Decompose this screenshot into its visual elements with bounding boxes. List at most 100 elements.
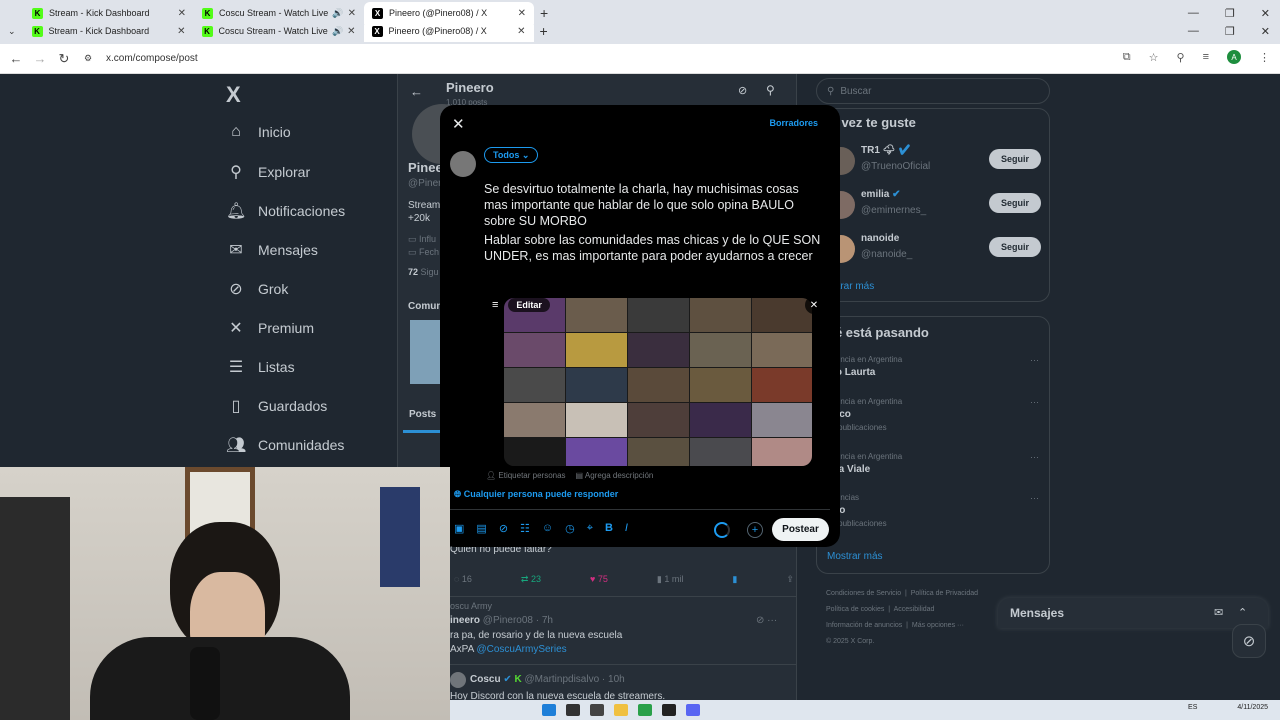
new-tab-icon[interactable]: + xyxy=(540,5,548,21)
close-window-icon[interactable]: ✕ xyxy=(1261,7,1270,20)
collage-tile xyxy=(752,298,812,332)
x-favicon-icon: X xyxy=(372,7,383,19)
collage-tile xyxy=(566,403,627,437)
task-view-icon[interactable] xyxy=(590,704,604,716)
computer-tower xyxy=(0,497,70,720)
back-icon[interactable]: ← xyxy=(4,51,28,66)
tab-close-icon[interactable]: ✕ xyxy=(518,8,526,19)
new-tab-icon[interactable]: + xyxy=(540,23,548,39)
close-icon[interactable]: ✕ xyxy=(452,115,465,133)
collage-tile xyxy=(690,298,751,332)
reply-settings-button[interactable]: 🌐︎ Cualquier persona puede responder xyxy=(454,489,618,500)
post-button[interactable]: Postear xyxy=(772,518,829,541)
add-post-icon[interactable]: + xyxy=(747,522,763,538)
drag-handle-icon[interactable]: ≡ xyxy=(492,299,498,311)
tab-x-profile[interactable]: X Pineero (@Pinero08) / X ✕ xyxy=(363,20,534,42)
tab-close-icon[interactable]: ✕ xyxy=(178,8,186,19)
tab-coscu-stream[interactable]: K Coscu Stream - Watch Live 🔊 ✕ xyxy=(194,20,364,42)
collage-tile xyxy=(566,298,627,332)
webcam-overlay xyxy=(0,467,450,720)
kick-favicon-icon: K xyxy=(201,25,213,37)
close-window-icon[interactable]: ✕ xyxy=(1261,25,1270,38)
drafts-button[interactable]: Borradores xyxy=(769,118,818,128)
grok-icon[interactable]: ⊘ xyxy=(499,522,508,535)
collage-tile xyxy=(504,333,565,367)
minimize-icon[interactable]: — xyxy=(1188,7,1199,20)
schedule-icon[interactable]: ◷ xyxy=(565,522,575,535)
collage-tile xyxy=(628,403,689,437)
attached-image[interactable] xyxy=(504,298,812,466)
minimize-icon[interactable]: — xyxy=(1188,25,1199,38)
collage-tile xyxy=(504,403,565,437)
compose-modal: ✕ Borradores Todos ⌄ Se desvirtuo totalm… xyxy=(440,105,840,547)
app-icon[interactable] xyxy=(662,704,676,716)
emoji-icon[interactable]: ☺ xyxy=(542,522,553,535)
window-controls: — ❐ ✕ xyxy=(1188,7,1270,20)
tab-search-icon[interactable]: ⌄ xyxy=(8,26,16,37)
collage-tile xyxy=(690,438,751,466)
wall-poster xyxy=(380,487,420,587)
compose-toolbar: ▣ ▤ ⊘ ☷ ☺ ◷ ⌖ B I xyxy=(454,522,628,535)
collage-tile xyxy=(566,438,627,466)
audience-dropdown[interactable]: Todos ⌄ xyxy=(484,147,539,163)
gif-icon[interactable]: ▤ xyxy=(476,522,486,535)
speaker-icon[interactable]: 🔊 xyxy=(332,8,343,19)
remove-media-icon[interactable]: ✕ xyxy=(805,296,823,314)
globe-icon: 🌐︎ xyxy=(454,489,462,499)
speaker-icon[interactable]: 🔊 xyxy=(332,26,343,37)
tag-people-button[interactable]: 👤︎ Etiquetar personas xyxy=(486,471,566,480)
image-icon[interactable]: ▣ xyxy=(454,522,464,535)
restore-icon[interactable]: ❐ xyxy=(1225,25,1235,38)
video-collage xyxy=(504,298,812,466)
url-input[interactable]: x.com/compose/post xyxy=(106,53,198,64)
collage-tile xyxy=(752,368,812,402)
media-control-icon[interactable]: ≡ xyxy=(1203,51,1209,63)
streamer-body xyxy=(90,637,350,720)
divider xyxy=(450,509,830,510)
collage-tile xyxy=(628,368,689,402)
site-info-icon[interactable]: ⚙ xyxy=(76,53,100,64)
system-tray: ES 4/11/2025 xyxy=(1188,704,1268,711)
chrome-icon[interactable] xyxy=(638,704,652,716)
tab-row: ⌄ K Stream - Kick Dashboard ✕ K Coscu St… xyxy=(0,20,1280,42)
extensions-icon[interactable]: ⚲ xyxy=(1177,51,1185,64)
tab-close-icon[interactable]: ✕ xyxy=(348,8,356,19)
install-app-icon[interactable]: ⧉ xyxy=(1123,51,1131,64)
edit-media-button[interactable]: Editar xyxy=(508,298,550,312)
start-icon[interactable] xyxy=(542,704,556,716)
tab-kick-dashboard[interactable]: K Stream - Kick Dashboard ✕ xyxy=(24,20,194,42)
collage-tile xyxy=(690,333,751,367)
address-bar: ← → ↻ ⚙ x.com/compose/post ⧉ ☆ ⚲ ≡ A ⋮ xyxy=(0,44,1280,74)
profile-avatar[interactable]: A xyxy=(1227,50,1241,64)
collage-tile xyxy=(628,333,689,367)
restore-icon[interactable]: ❐ xyxy=(1225,7,1235,20)
forward-icon[interactable]: → xyxy=(28,51,52,66)
avatar xyxy=(450,151,476,177)
collage-tile xyxy=(690,368,751,402)
search-icon[interactable] xyxy=(566,704,580,716)
collage-tile xyxy=(752,438,812,466)
browser-tabstrip: K Stream - Kick Dashboard ✕ K Coscu Stre… xyxy=(0,0,1280,44)
discord-icon[interactable] xyxy=(686,704,700,716)
bookmark-star-icon[interactable]: ☆ xyxy=(1149,51,1159,64)
collage-tile xyxy=(752,333,812,367)
tab-close-icon[interactable]: ✕ xyxy=(177,26,185,37)
file-explorer-icon[interactable] xyxy=(614,704,628,716)
tab-close-icon[interactable]: ✕ xyxy=(347,26,355,37)
kick-favicon-icon: K xyxy=(32,7,43,19)
compose-textarea[interactable]: Se desvirtuo totalmente la charla, hay m… xyxy=(484,181,824,267)
collage-tile xyxy=(752,403,812,437)
character-count-ring xyxy=(714,522,730,538)
kick-favicon-icon: K xyxy=(202,7,213,19)
location-icon[interactable]: ⌖ xyxy=(587,522,593,535)
collage-tile xyxy=(628,298,689,332)
poll-icon[interactable]: ☷ xyxy=(520,522,530,535)
x-favicon-icon: X xyxy=(371,25,383,37)
menu-icon[interactable]: ⋮ xyxy=(1259,51,1270,64)
reload-icon[interactable]: ↻ xyxy=(52,51,76,67)
browser-toolbar: ⧉ ☆ ⚲ ≡ A ⋮ xyxy=(1123,50,1270,64)
add-description-button[interactable]: ▤ Agrega descripción xyxy=(576,471,654,480)
italic-icon[interactable]: I xyxy=(625,522,628,535)
tab-close-icon[interactable]: ✕ xyxy=(517,26,525,37)
bold-icon[interactable]: B xyxy=(605,522,613,535)
